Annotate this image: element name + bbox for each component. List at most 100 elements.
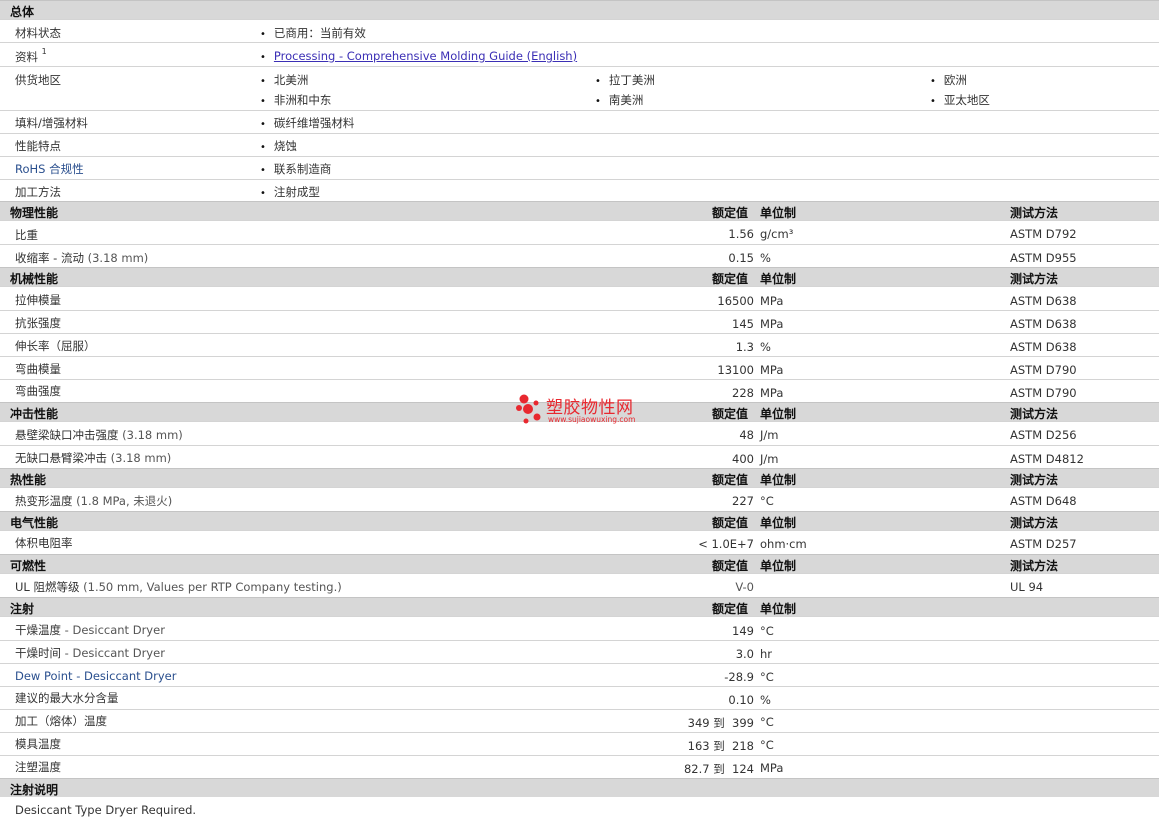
property-unit: J/m (760, 452, 779, 466)
row-availability: 供货地区 北美洲 拉丁美洲 欧洲 非洲和中东 南美洲 亚太地区 (0, 66, 1159, 110)
property-row: 收缩率 - 流动 (3.18 mm) 0.15 % ASTM D955 (0, 244, 1159, 267)
property-value: 149 (732, 624, 754, 638)
section-electrical: 电气性能 额定值 单位制 测试方法 (0, 511, 1159, 530)
property-method: UL 94 (1010, 580, 1044, 594)
property-label: 无缺口悬臂梁冲击 (3.18 mm) (15, 451, 172, 465)
property-method: ASTM D638 (1010, 340, 1077, 354)
region-item: 亚太地区 (930, 92, 990, 108)
property-method: ASTM D790 (1010, 386, 1077, 400)
dots-logo-icon (516, 394, 541, 424)
section-physical: 物理性能 额定值 单位制 测试方法 (0, 201, 1159, 220)
property-unit: % (760, 251, 771, 265)
header-nominal: 额定值 (712, 602, 749, 616)
property-method: ASTM D256 (1010, 428, 1077, 442)
region-item: 拉丁美洲 (595, 72, 655, 88)
notes-row: Desiccant Type Dryer Required. (0, 797, 1159, 820)
section-flammability: 可燃性 额定值 单位制 测试方法 (0, 554, 1159, 573)
property-row: 注塑温度 82.7 到 124 MPa (0, 755, 1159, 778)
property-value: V-0 (735, 580, 754, 594)
property-value: 0.10 (728, 693, 754, 707)
property-row: 干燥温度 - Desiccant Dryer 149 °C (0, 616, 1159, 640)
section-title: 机械性能 (10, 272, 59, 286)
header-unit: 单位制 (760, 516, 797, 530)
property-label: 加工（熔体）温度 (15, 714, 107, 728)
row-value: 碳纤维增强材料 (260, 115, 355, 131)
property-unit: °C (760, 624, 774, 638)
property-label: UL 阻燃等级 (1.50 mm, Values per RTP Company… (15, 580, 342, 594)
header-unit: 单位制 (760, 473, 797, 487)
property-value: 163 到 218 (687, 739, 754, 753)
row-value: 已商用：当前有效 (260, 25, 366, 41)
section-notes: 注射说明 (0, 778, 1159, 797)
row-label: 填料/增强材料 (15, 116, 88, 130)
section-thermal: 热性能 额定值 单位制 测试方法 (0, 468, 1159, 487)
property-unit: hr (760, 647, 773, 661)
property-method: ASTM D790 (1010, 363, 1077, 377)
row-label: 资料 1 (15, 47, 47, 64)
property-unit: MPa (760, 761, 784, 775)
property-method: ASTM D638 (1010, 317, 1077, 331)
row-label: 加工方法 (15, 185, 61, 199)
property-unit: MPa (760, 317, 784, 331)
property-unit: % (760, 340, 771, 354)
section-mechanical: 机械性能 额定值 单位制 测试方法 (0, 267, 1159, 286)
property-label: 收缩率 - 流动 (3.18 mm) (15, 251, 149, 265)
section-title: 注射 (10, 602, 35, 616)
section-general: 总体 (0, 0, 1159, 19)
property-method: ASTM D4812 (1010, 452, 1084, 466)
row-value: 烧蚀 (260, 138, 297, 154)
property-value: 349 到 399 (687, 716, 754, 730)
row-literature: 资料 1 Processing - Comprehensive Molding … (0, 42, 1159, 66)
property-unit: °C (760, 715, 774, 729)
property-unit: °C (760, 494, 774, 508)
property-unit: ohm·cm (760, 537, 807, 551)
literature-link[interactable]: Processing - Comprehensive Molding Guide… (274, 49, 577, 63)
property-method: ASTM D955 (1010, 251, 1077, 265)
section-title: 可燃性 (10, 559, 47, 573)
property-row: 干燥时间 - Desiccant Dryer 3.0 hr (0, 640, 1159, 663)
header-method: 测试方法 (1010, 407, 1059, 421)
header-unit: 单位制 (760, 407, 797, 421)
property-method: ASTM D648 (1010, 494, 1077, 508)
header-method: 测试方法 (1010, 559, 1059, 573)
property-value: < 1.0E+7 (698, 537, 754, 551)
row-rohs: RoHS 合规性 联系制造商 (0, 156, 1159, 179)
property-label: 抗张强度 (15, 316, 61, 330)
property-value: 13100 (717, 363, 754, 377)
property-row: 模具温度 163 到 218 °C (0, 732, 1159, 755)
property-row: 拉伸模量 16500 MPa ASTM D638 (0, 286, 1159, 310)
property-label: 注塑温度 (15, 760, 61, 774)
section-title: 冲击性能 (10, 407, 59, 421)
property-row: 无缺口悬臂梁冲击 (3.18 mm) 400 J/m ASTM D4812 (0, 445, 1159, 468)
property-row: 建议的最大水分含量 0.10 % (0, 686, 1159, 709)
section-title: 热性能 (10, 473, 47, 487)
header-method: 测试方法 (1010, 473, 1059, 487)
header-method: 测试方法 (1010, 272, 1059, 286)
property-label: 弯曲强度 (15, 384, 61, 398)
property-label: 干燥温度 - Desiccant Dryer (15, 623, 165, 637)
notes-text: Desiccant Type Dryer Required. (15, 803, 197, 817)
row-processing: 加工方法 注射成型 (0, 179, 1159, 201)
row-label: 材料状态 (15, 26, 61, 40)
header-nominal: 额定值 (712, 206, 749, 220)
row-label: 供货地区 (15, 73, 61, 87)
property-method: ASTM D638 (1010, 294, 1077, 308)
property-row: 热变形温度 (1.8 MPa, 未退火) 227 °C ASTM D648 (0, 487, 1159, 511)
header-unit: 单位制 (760, 602, 797, 616)
header-nominal: 额定值 (712, 559, 749, 573)
header-nominal: 额定值 (712, 516, 749, 530)
property-value: 145 (732, 317, 754, 331)
property-row: 抗张强度 145 MPa ASTM D638 (0, 310, 1159, 333)
property-value: 16500 (717, 294, 754, 308)
property-label: 体积电阻率 (15, 536, 73, 550)
row-label: RoHS 合规性 (15, 162, 84, 176)
property-value: -28.9 (724, 670, 754, 684)
property-value: 400 (732, 452, 754, 466)
section-title: 总体 (10, 5, 35, 19)
property-row: 伸长率（屈服） 1.3 % ASTM D638 (0, 333, 1159, 356)
watermark-url: www.sujiaowuxing.com (548, 415, 636, 424)
property-unit: MPa (760, 294, 784, 308)
property-label: 伸长率（屈服） (15, 339, 96, 353)
region-item: 欧洲 (930, 72, 967, 88)
property-method: ASTM D257 (1010, 537, 1077, 551)
